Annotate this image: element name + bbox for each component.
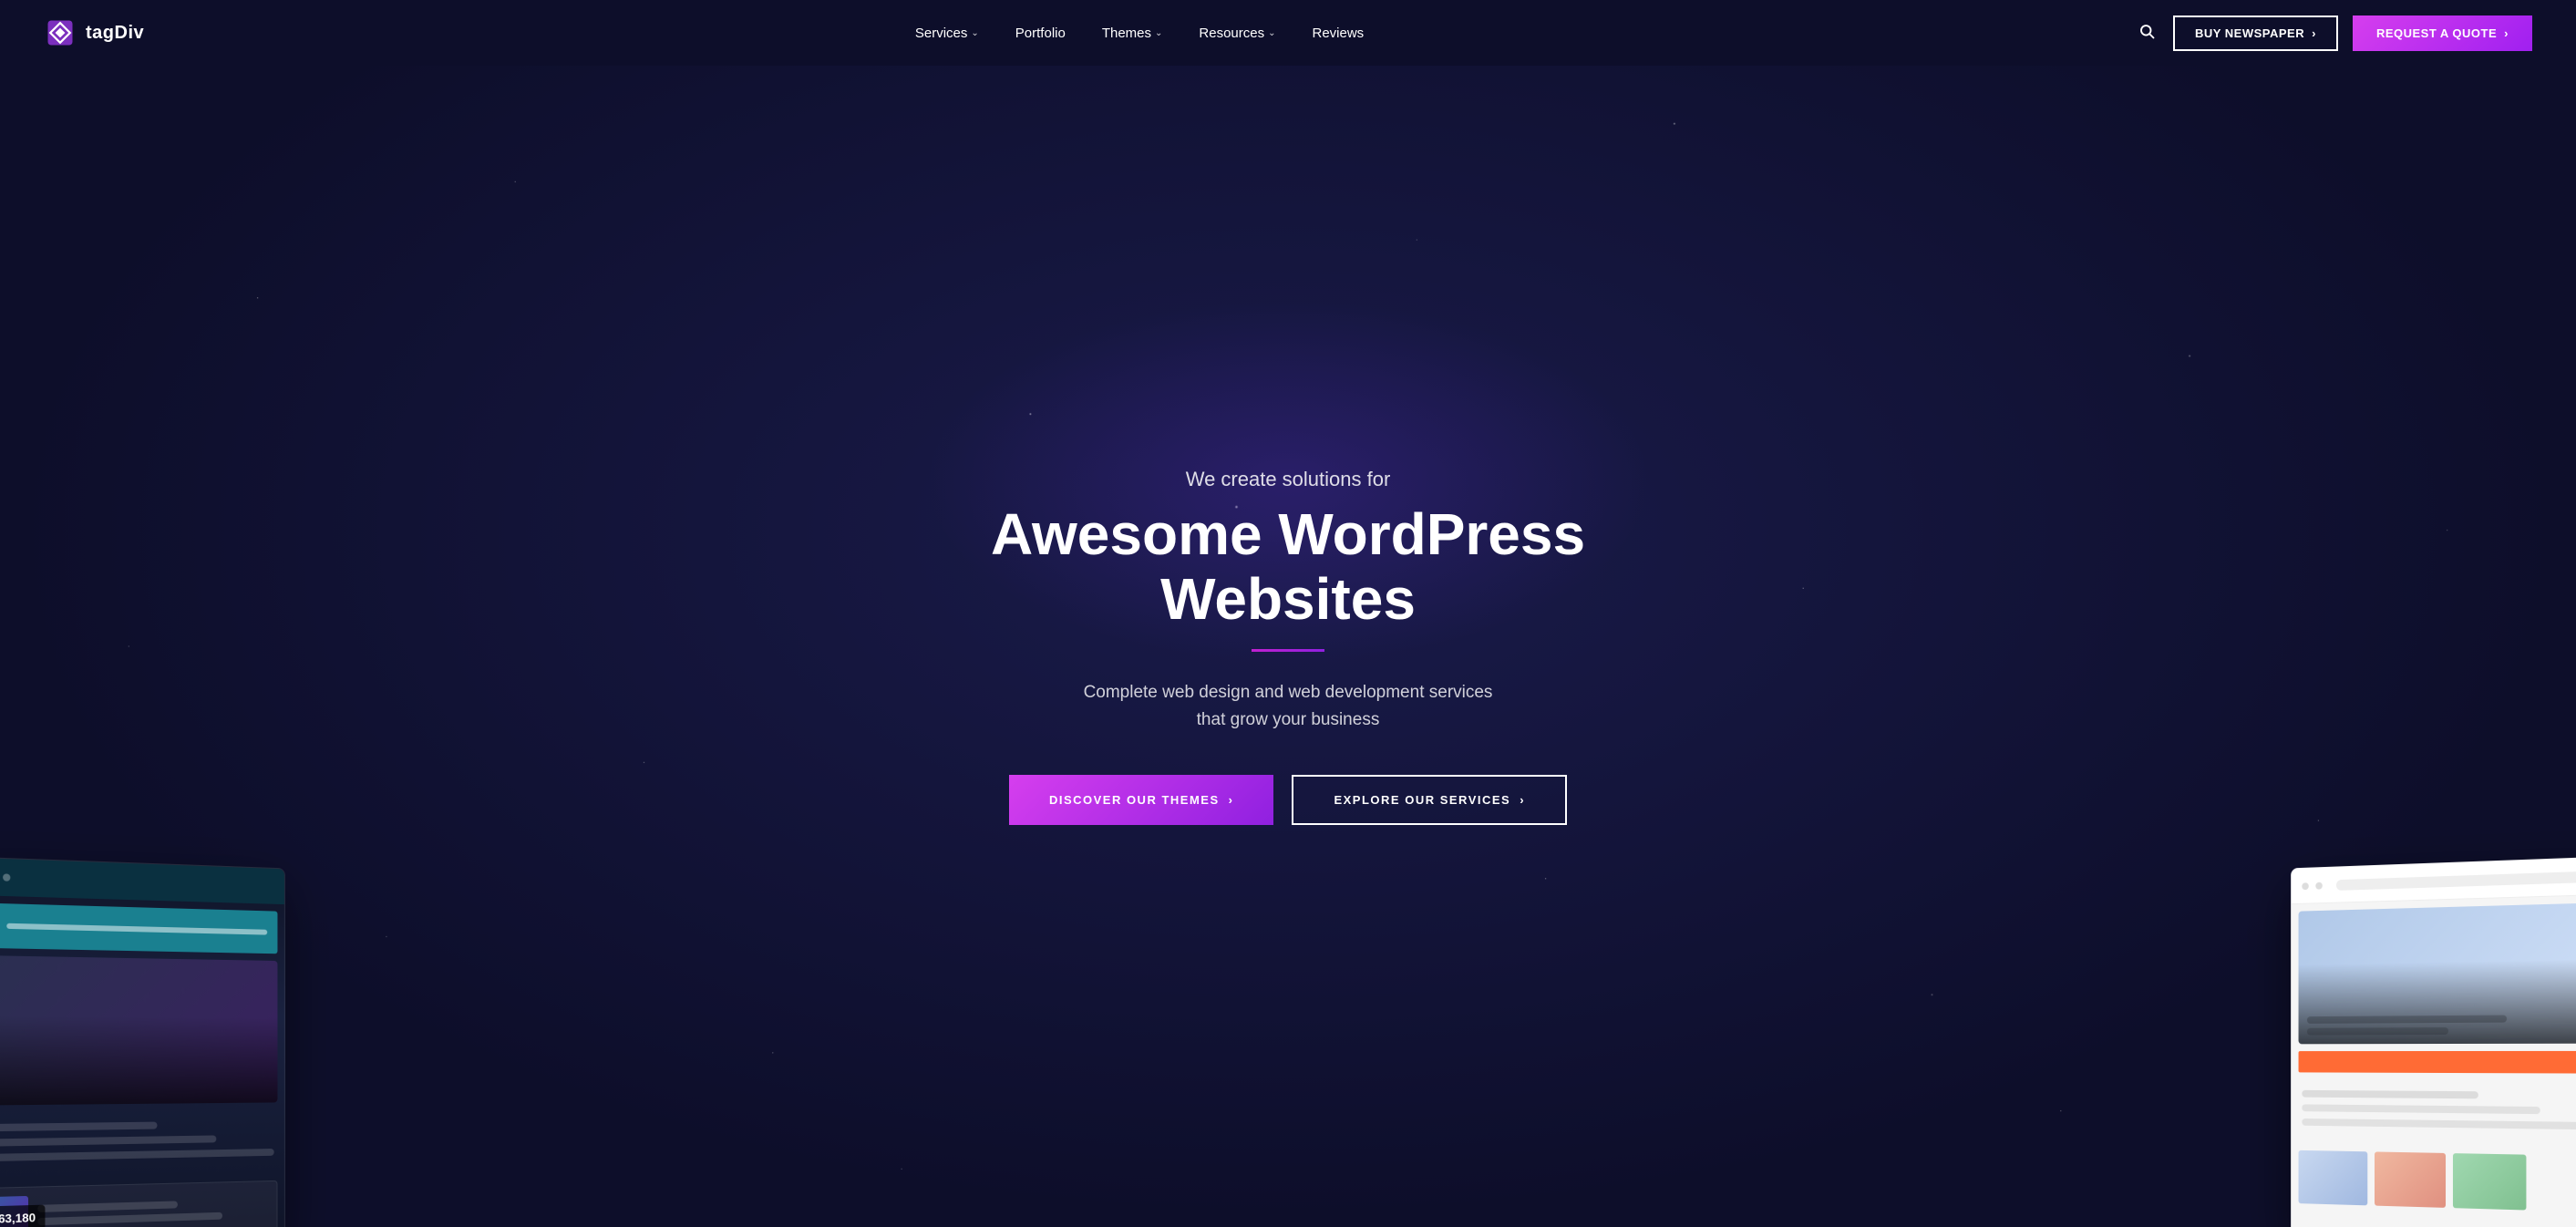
hero-buttons: DISCOVER OUR THEMES › EXPLORE OUR SERVIC… [942,775,1634,825]
hero-description: Complete web design and web development … [942,679,1634,735]
mockup-right [2291,856,2576,1227]
arrow-icon: › [1520,793,1525,807]
nav-item-resources[interactable]: Resources ⌄ [1199,26,1275,41]
mockup-badge: 2,463,180 [0,1205,45,1227]
hero-divider [1252,649,1324,652]
navbar: tagDiv Services ⌄ Portfolio Themes ⌄ Res… [0,0,2576,66]
nav-links: Services ⌄ Portfolio Themes ⌄ Resources … [915,26,1364,41]
arrow-icon: › [2312,26,2316,40]
services-chevron-icon: ⌄ [971,28,978,38]
search-icon [2138,23,2155,39]
hero-subtitle: We create solutions for [942,468,1634,491]
mockup-left: 2,463,180 [0,856,285,1227]
hero-content: We create solutions for Awesome WordPres… [923,468,1653,825]
explore-services-button[interactable]: EXPLORE OUR SERVICES › [1292,775,1567,825]
themes-chevron-icon: ⌄ [1155,28,1162,38]
arrow-icon: › [1229,793,1234,807]
logo-icon [44,16,77,49]
nav-item-portfolio[interactable]: Portfolio [1015,26,1066,41]
arrow-icon: › [2504,26,2509,40]
request-quote-button[interactable]: REQUEST A QUOTE › [2353,15,2532,51]
resources-chevron-icon: ⌄ [1268,28,1275,38]
nav-actions: BUY NEWSPAPER › REQUEST A QUOTE › [2135,15,2532,51]
hero-section: 2,463,180 [0,66,2576,1227]
nav-item-reviews[interactable]: Reviews [1313,26,1365,41]
logo[interactable]: tagDiv [44,16,144,49]
hero-title: Awesome WordPress Websites [942,502,1634,631]
nav-item-themes[interactable]: Themes ⌄ [1102,26,1163,41]
search-button[interactable] [2135,19,2159,47]
buy-newspaper-button[interactable]: BUY NEWSPAPER › [2173,15,2338,51]
discover-themes-button[interactable]: DISCOVER OUR THEMES › [1009,775,1274,825]
nav-item-services[interactable]: Services ⌄ [915,26,979,41]
logo-text: tagDiv [86,23,144,44]
